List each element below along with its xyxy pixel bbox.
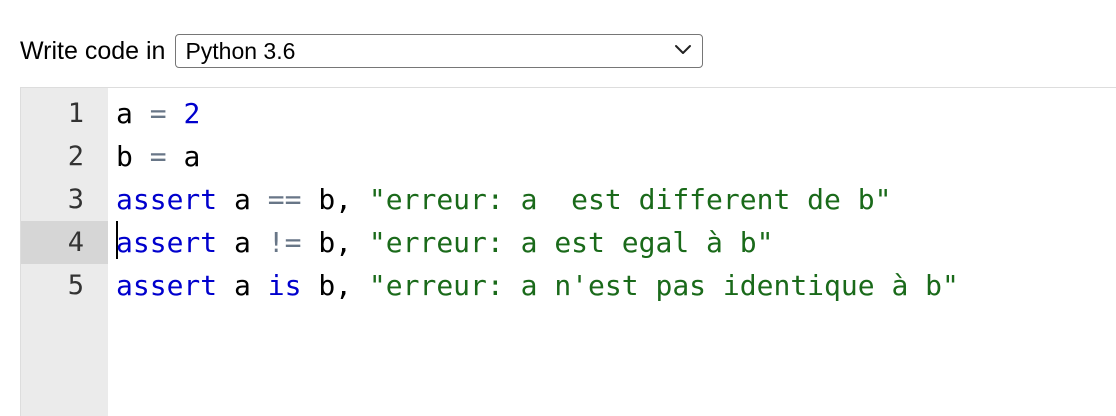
code-token-var: a	[234, 226, 251, 259]
code-token-kw: assert	[116, 269, 218, 302]
code-line[interactable]: a = 2	[116, 92, 200, 135]
language-toolbar: Write code in Python 3.6	[20, 32, 704, 70]
language-select[interactable]: Python 3.6	[175, 34, 704, 68]
line-number: 5	[67, 270, 84, 301]
code-token-op: ==	[267, 183, 302, 216]
code-token-op: =	[149, 140, 167, 173]
code-token-op: !=	[267, 226, 302, 259]
code-token-var: a	[116, 97, 133, 130]
code-token-var: a	[183, 140, 201, 173]
line-number-gutter: 1 2 3 4 5	[21, 88, 108, 416]
code-line[interactable]: assert a != b, "erreur: a est egal à b"	[116, 221, 773, 264]
code-token-kw: assert	[116, 226, 218, 259]
line-number: 1	[67, 98, 84, 129]
code-area[interactable]: a = 2b = a assert a == b, "erreur: a est …	[108, 88, 1116, 416]
code-token-var: b	[116, 140, 133, 173]
code-line[interactable]: assert a is b, "erreur: a n'est pas iden…	[116, 264, 959, 307]
code-token-op: =	[149, 97, 167, 130]
chevron-down-icon	[675, 45, 692, 54]
code-token-plain: ,	[335, 183, 369, 216]
language-label: Write code in	[20, 37, 166, 65]
code-token-str: "erreur: a est different de b"	[368, 183, 892, 216]
code-token-var: a	[234, 183, 251, 216]
line-number: 4	[21, 221, 108, 264]
line-number: 2	[67, 141, 84, 172]
code-token-num: 2	[183, 97, 201, 130]
line-number: 3	[67, 184, 84, 215]
code-editor[interactable]: 12345 a = 2b = a assert a == b, "erreur: …	[20, 87, 1116, 416]
code-token-var: b	[318, 183, 336, 216]
code-token-plain: ,	[335, 269, 369, 302]
language-select-value: Python 3.6	[185, 38, 296, 64]
code-line[interactable]: assert a == b, "erreur: a est different …	[116, 178, 891, 221]
code-token-str: "erreur: a est egal à b"	[368, 226, 774, 259]
code-token-kw: assert	[116, 183, 218, 216]
code-token-kw: is	[267, 269, 302, 302]
code-token-var: b	[318, 269, 336, 302]
code-line[interactable]: b = a	[116, 135, 200, 178]
code-token-plain: ,	[335, 226, 369, 259]
code-token-var: b	[318, 226, 336, 259]
code-token-var: a	[234, 269, 251, 302]
code-token-str: "erreur: a n'est pas identique à b"	[368, 269, 959, 302]
